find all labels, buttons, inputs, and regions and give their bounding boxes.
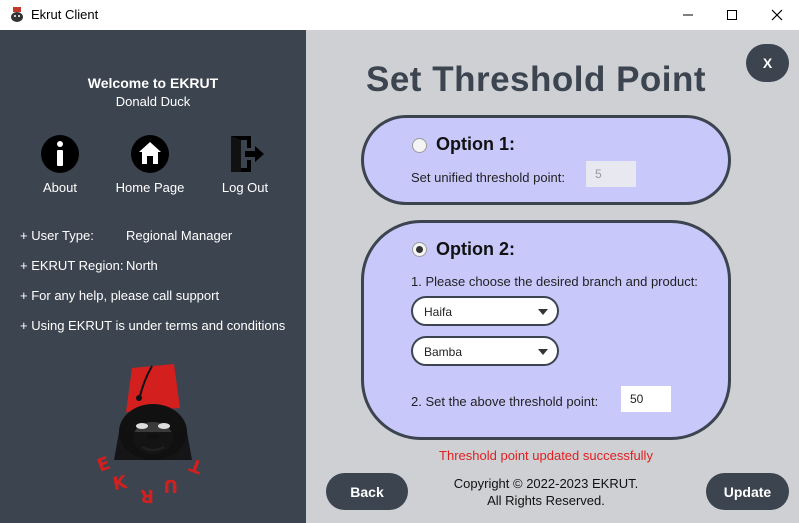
region-value: North — [126, 258, 158, 273]
unified-threshold-input[interactable] — [586, 161, 636, 187]
copyright: Copyright © 2022-2023 EKRUT. All Rights … — [446, 475, 646, 509]
logout-icon — [231, 136, 264, 172]
unified-threshold-label: Set unified threshold point: — [411, 170, 565, 185]
back-button[interactable]: Back — [326, 473, 408, 510]
close-button[interactable]: X — [746, 44, 789, 82]
nav-about-label: About — [43, 180, 77, 195]
nav-home-page[interactable]: Home Page — [105, 134, 195, 195]
maximize-icon — [727, 10, 737, 20]
product-select[interactable]: Bamba — [411, 336, 559, 366]
above-threshold-label: 2. Set the above threshold point: — [411, 394, 599, 409]
copyright-line2: All Rights Reserved. — [487, 493, 605, 508]
welcome-text: Welcome to EKRUT — [87, 75, 219, 91]
option1-radio[interactable] — [412, 138, 427, 153]
minimize-icon — [683, 14, 693, 16]
svg-text:U: U — [163, 475, 178, 496]
option2-title: Option 2: — [436, 239, 515, 259]
main-panel: X Set Threshold Point Option 1: Set unif… — [306, 30, 799, 523]
region-label: + EKRUT Region: — [20, 258, 124, 273]
option2-card: Option 2: 1. Please choose the desired b… — [361, 220, 731, 440]
info-icon — [41, 135, 79, 173]
app-icon — [11, 7, 23, 22]
option1-card: Option 1: Set unified threshold point: — [361, 115, 731, 205]
svg-text:E: E — [95, 453, 114, 477]
close-icon — [771, 9, 783, 21]
page-title: Set Threshold Point — [366, 60, 707, 99]
choose-branch-product-label: 1. Please choose the desired branch and … — [411, 274, 698, 289]
svg-text:K: K — [111, 472, 129, 495]
product-select-value: Bamba — [424, 345, 463, 359]
minimize-button[interactable] — [665, 0, 711, 30]
nav-home-label: Home Page — [115, 180, 185, 195]
window-title: Ekrut Client — [31, 7, 99, 22]
above-threshold-input[interactable] — [621, 386, 671, 412]
status-message: Threshold point updated successfully — [439, 448, 653, 463]
chevron-down-icon — [538, 309, 548, 315]
ekrut-gorilla-logo: E K R U T — [95, 364, 205, 506]
terms-text: + Using EKRUT is under terms and conditi… — [20, 318, 286, 333]
sidebar: Welcome to EKRUT Donald Duck About Home … — [0, 30, 306, 523]
close-window-button[interactable] — [754, 0, 799, 30]
user-name: Donald Duck — [115, 94, 191, 109]
title-bar: Ekrut Client — [0, 0, 799, 30]
svg-text:R: R — [140, 485, 154, 506]
user-type-value: Regional Manager — [126, 228, 233, 243]
user-type-label: + User Type: — [20, 228, 94, 243]
maximize-button[interactable] — [709, 0, 755, 30]
branch-select[interactable]: Haifa — [411, 296, 559, 326]
nav-log-out[interactable]: Log Out — [200, 134, 290, 195]
copyright-line1: Copyright © 2022-2023 EKRUT. — [453, 476, 639, 491]
option1-title: Option 1: — [436, 134, 515, 154]
branch-select-value: Haifa — [424, 305, 453, 319]
update-button[interactable]: Update — [706, 473, 789, 510]
nav-logout-label: Log Out — [221, 180, 269, 195]
chevron-down-icon — [538, 349, 548, 355]
nav-about[interactable]: About — [15, 134, 105, 195]
help-text: + For any help, please call support — [20, 288, 220, 303]
option2-radio[interactable] — [412, 242, 427, 257]
home-icon — [131, 135, 169, 173]
